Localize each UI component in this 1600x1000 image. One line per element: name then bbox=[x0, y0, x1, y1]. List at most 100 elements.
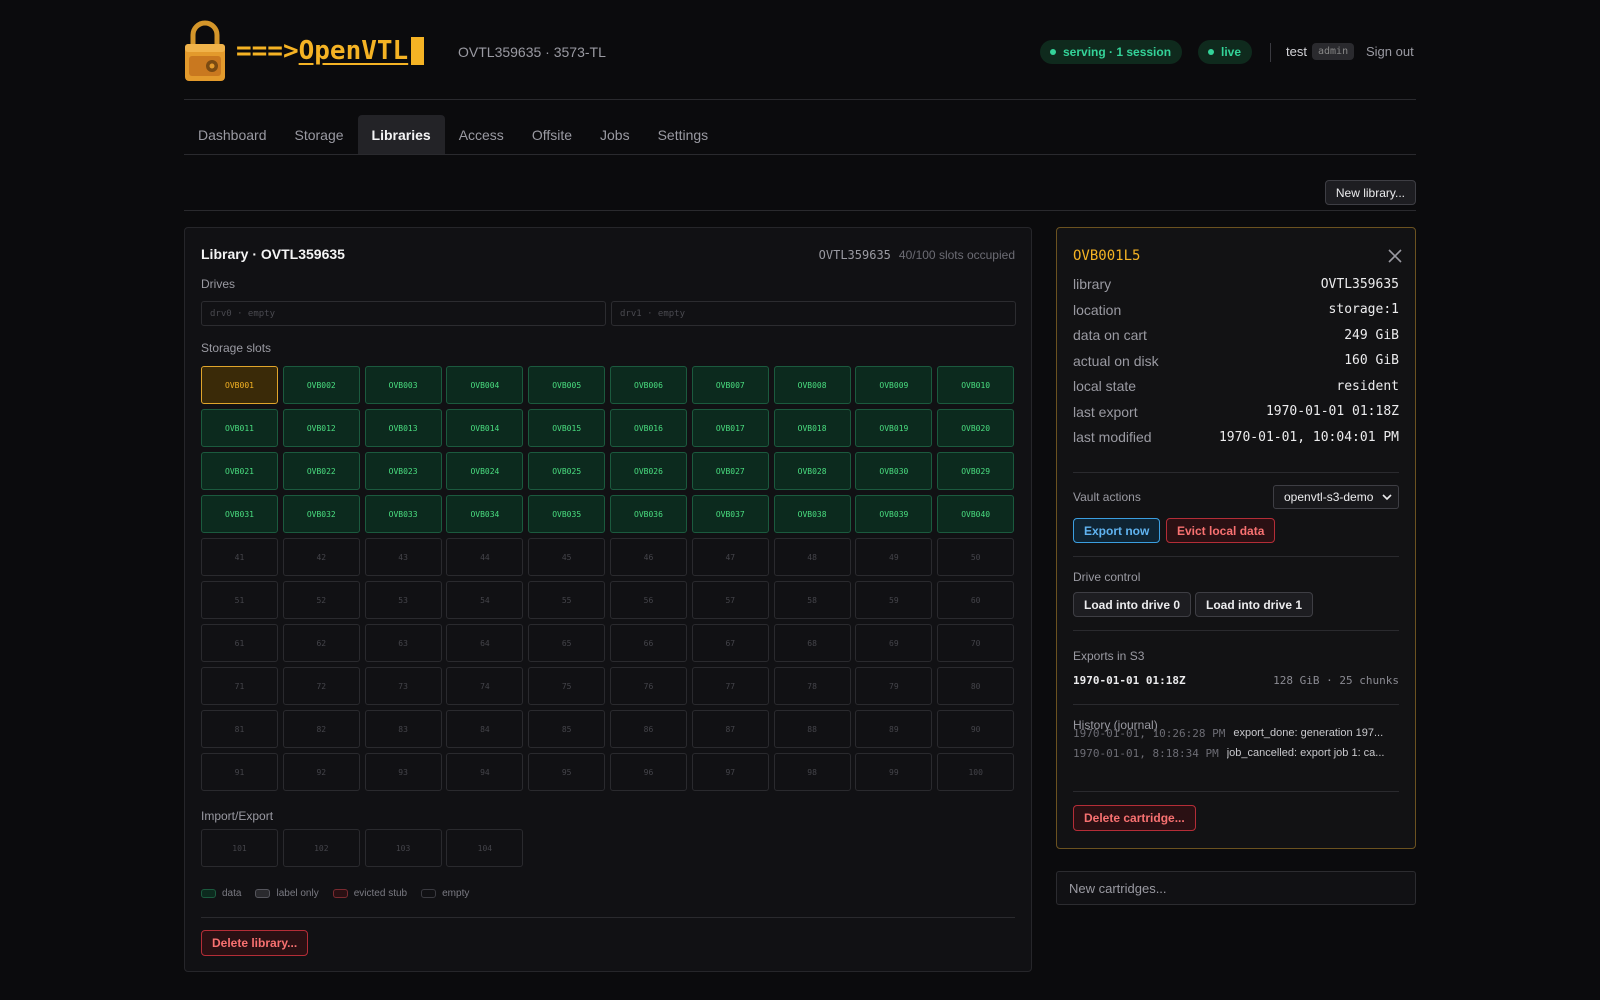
history-entry[interactable]: 1970-01-01, 10:26:28 PM export_done: gene… bbox=[1073, 727, 1399, 740]
empty-slot[interactable]: 52 bbox=[282, 581, 360, 619]
delete-library-button[interactable]: Delete library... bbox=[201, 930, 309, 956]
empty-slot[interactable]: 100 bbox=[937, 753, 1015, 791]
cartridge-slot[interactable]: OVB028 bbox=[773, 452, 851, 490]
empty-slot[interactable]: 62 bbox=[282, 624, 360, 662]
drive-1[interactable]: drv1 · empty bbox=[611, 301, 1016, 326]
empty-slot[interactable]: 99 bbox=[855, 753, 933, 791]
empty-slot[interactable]: 65 bbox=[528, 624, 606, 662]
history-entry[interactable]: 1970-01-01, 8:18:34 PM job_cancelled: exp… bbox=[1073, 747, 1399, 760]
sign-out-link[interactable]: Sign out bbox=[1366, 44, 1414, 59]
empty-slot[interactable]: 50 bbox=[937, 538, 1015, 576]
empty-slot[interactable]: 46 bbox=[609, 538, 687, 576]
cartridge-slot[interactable]: OVB037 bbox=[691, 495, 769, 533]
cartridge-slot[interactable]: OVB031 bbox=[201, 495, 278, 533]
cartridge-slot[interactable]: OVB023 bbox=[364, 452, 442, 490]
cartridge-slot[interactable]: OVB016 bbox=[609, 409, 687, 447]
cartridge-slot[interactable]: OVB015 bbox=[528, 409, 606, 447]
cartridge-slot[interactable]: OVB006 bbox=[609, 366, 687, 404]
cartridge-slot[interactable]: OVB040 bbox=[937, 495, 1015, 533]
cartridge-slot[interactable]: OVB012 bbox=[282, 409, 360, 447]
export-now-button[interactable]: Export now bbox=[1073, 518, 1161, 543]
empty-slot[interactable]: 59 bbox=[855, 581, 933, 619]
cartridge-slot[interactable]: OVB014 bbox=[446, 409, 524, 447]
cartridge-slot[interactable]: OVB002 bbox=[282, 366, 360, 404]
empty-slot[interactable]: 51 bbox=[201, 581, 278, 619]
empty-slot[interactable]: 73 bbox=[364, 667, 442, 705]
tab-dashboard[interactable]: Dashboard bbox=[184, 115, 281, 154]
cartridge-slot[interactable]: OVB020 bbox=[937, 409, 1015, 447]
empty-slot[interactable]: 88 bbox=[773, 710, 851, 748]
tab-storage[interactable]: Storage bbox=[281, 115, 358, 154]
empty-slot[interactable]: 95 bbox=[528, 753, 606, 791]
cartridge-slot[interactable]: OVB030 bbox=[855, 452, 933, 490]
cartridge-slot[interactable]: OVB035 bbox=[528, 495, 606, 533]
tab-libraries[interactable]: Libraries bbox=[357, 115, 445, 154]
cartridge-slot[interactable]: OVB036 bbox=[609, 495, 687, 533]
drive-0[interactable]: drv0 · empty bbox=[201, 301, 606, 326]
empty-slot[interactable]: 75 bbox=[528, 667, 606, 705]
cartridge-slot[interactable]: OVB038 bbox=[773, 495, 851, 533]
tab-offsite[interactable]: Offsite bbox=[518, 115, 586, 154]
empty-slot[interactable]: 76 bbox=[609, 667, 687, 705]
empty-slot[interactable]: 79 bbox=[855, 667, 933, 705]
cartridge-slot[interactable]: OVB011 bbox=[201, 409, 278, 447]
empty-slot[interactable]: 48 bbox=[773, 538, 851, 576]
empty-slot[interactable]: 42 bbox=[282, 538, 360, 576]
empty-slot[interactable]: 84 bbox=[446, 710, 524, 748]
empty-slot[interactable]: 78 bbox=[773, 667, 851, 705]
cartridge-slot[interactable]: OVB005 bbox=[528, 366, 606, 404]
cartridge-slot[interactable]: OVB029 bbox=[937, 452, 1015, 490]
empty-slot[interactable]: 96 bbox=[609, 753, 687, 791]
empty-slot[interactable]: 45 bbox=[528, 538, 606, 576]
cartridge-slot[interactable]: OVB039 bbox=[855, 495, 933, 533]
empty-slot[interactable]: 93 bbox=[364, 753, 442, 791]
cartridge-slot[interactable]: OVB008 bbox=[773, 366, 851, 404]
empty-slot[interactable]: 87 bbox=[691, 710, 769, 748]
import-export-slot[interactable]: 102 bbox=[282, 829, 360, 867]
cartridge-slot[interactable]: OVB018 bbox=[773, 409, 851, 447]
empty-slot[interactable]: 98 bbox=[773, 753, 851, 791]
cartridge-slot[interactable]: OVB019 bbox=[855, 409, 933, 447]
cartridge-slot[interactable]: OVB001 bbox=[201, 366, 278, 404]
empty-slot[interactable]: 44 bbox=[446, 538, 524, 576]
empty-slot[interactable]: 83 bbox=[364, 710, 442, 748]
empty-slot[interactable]: 67 bbox=[691, 624, 769, 662]
new-cartridges-input[interactable]: New cartridges... bbox=[1056, 871, 1416, 905]
evict-local-data-button[interactable]: Evict local data bbox=[1166, 518, 1276, 543]
empty-slot[interactable]: 85 bbox=[528, 710, 606, 748]
empty-slot[interactable]: 71 bbox=[201, 667, 278, 705]
empty-slot[interactable]: 58 bbox=[773, 581, 851, 619]
empty-slot[interactable]: 57 bbox=[691, 581, 769, 619]
empty-slot[interactable]: 49 bbox=[855, 538, 933, 576]
brand-logo[interactable]: ===> OpenVTL bbox=[236, 36, 425, 66]
cartridge-slot[interactable]: OVB010 bbox=[937, 366, 1015, 404]
load-into-drive-0-button[interactable]: Load into drive 0 bbox=[1073, 592, 1192, 617]
empty-slot[interactable]: 80 bbox=[937, 667, 1015, 705]
delete-cartridge-button[interactable]: Delete cartridge... bbox=[1073, 805, 1196, 831]
empty-slot[interactable]: 63 bbox=[364, 624, 442, 662]
close-icon[interactable] bbox=[1387, 248, 1403, 264]
empty-slot[interactable]: 41 bbox=[201, 538, 278, 576]
import-export-slot[interactable]: 104 bbox=[446, 829, 524, 867]
cartridge-slot[interactable]: OVB027 bbox=[691, 452, 769, 490]
empty-slot[interactable]: 47 bbox=[691, 538, 769, 576]
new-library-button[interactable]: New library... bbox=[1324, 180, 1416, 205]
empty-slot[interactable]: 74 bbox=[446, 667, 524, 705]
cartridge-slot[interactable]: OVB021 bbox=[201, 452, 278, 490]
empty-slot[interactable]: 77 bbox=[691, 667, 769, 705]
cartridge-slot[interactable]: OVB025 bbox=[528, 452, 606, 490]
empty-slot[interactable]: 82 bbox=[282, 710, 360, 748]
empty-slot[interactable]: 91 bbox=[201, 753, 278, 791]
cartridge-slot[interactable]: OVB007 bbox=[691, 366, 769, 404]
empty-slot[interactable]: 54 bbox=[446, 581, 524, 619]
empty-slot[interactable]: 69 bbox=[855, 624, 933, 662]
empty-slot[interactable]: 64 bbox=[446, 624, 524, 662]
import-export-slot[interactable]: 101 bbox=[201, 829, 278, 867]
empty-slot[interactable]: 56 bbox=[609, 581, 687, 619]
cartridge-slot[interactable]: OVB034 bbox=[446, 495, 524, 533]
vault-target-select[interactable]: openvtl-s3-demo bbox=[1273, 485, 1399, 509]
empty-slot[interactable]: 53 bbox=[364, 581, 442, 619]
cartridge-slot[interactable]: OVB022 bbox=[282, 452, 360, 490]
load-into-drive-1-button[interactable]: Load into drive 1 bbox=[1195, 592, 1314, 617]
empty-slot[interactable]: 61 bbox=[201, 624, 278, 662]
